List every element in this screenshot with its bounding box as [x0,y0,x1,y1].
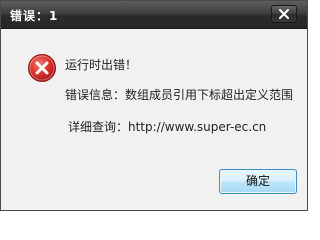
error-icon [28,54,56,82]
dialog-body: 运行时出错！ 错误信息：数组成员引用下标超出定义范围 详细查询：http://w… [1,29,307,210]
error-dialog: 错误：1 运行时出错！ 错误信息：数组成员引用下标超出定义范围 详细查询：htt… [0,0,308,211]
close-icon [279,9,289,19]
error-heading: 运行时出错！ [65,58,138,72]
detail-link-text: 详细查询：http://www.super-ec.cn [68,120,267,134]
error-detail: 错误信息：数组成员引用下标超出定义范围 [65,88,294,102]
ok-button[interactable]: 确定 [219,169,297,194]
close-button[interactable] [271,5,297,23]
title-bar[interactable]: 错误：1 [1,1,307,29]
dialog-title: 错误：1 [10,9,59,23]
